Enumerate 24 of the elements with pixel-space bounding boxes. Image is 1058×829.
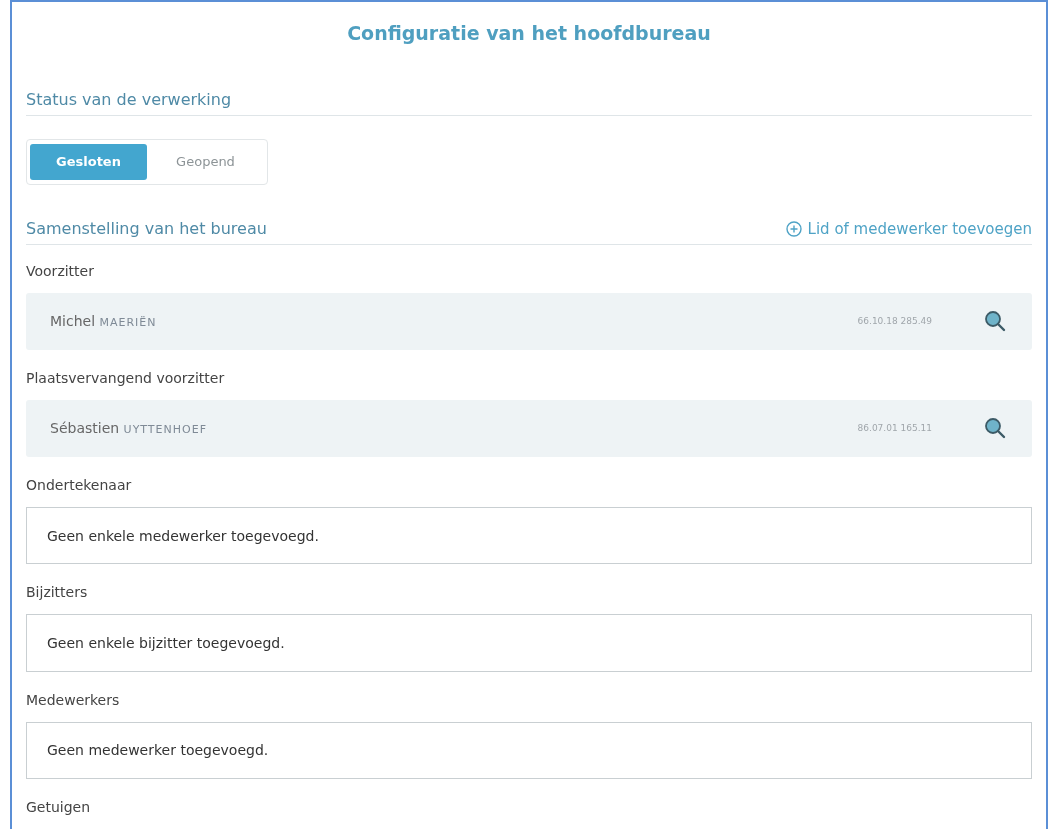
section-heading: Samenstelling van het bureau — [26, 218, 267, 238]
search-button[interactable] — [984, 417, 1006, 440]
member-number: 86.07.01 165.11 — [857, 423, 932, 434]
add-member-link[interactable]: Lid of medewerker toevoegen — [785, 219, 1032, 238]
group-label: Voorzitter — [26, 262, 95, 279]
search-icon — [984, 310, 1006, 333]
empty-message: Geen enkele medewerker toegevoegd. — [26, 507, 1032, 565]
section-heading: Status van de verwerking — [26, 90, 232, 109]
group-label: Medewerkers — [26, 691, 121, 708]
group-label: Bijzitters — [26, 584, 89, 601]
member-name: Michel MAERIËN — [50, 313, 158, 330]
group-label: Getuigen — [26, 799, 92, 815]
status-option[interactable]: Gesloten — [30, 144, 147, 180]
status-option[interactable]: Geopend — [147, 144, 264, 180]
empty-message: Geen medewerker toegevoegd. — [26, 721, 1032, 779]
member-name: Sébastien UYTTENHOEF — [50, 420, 208, 437]
group-label: Ondertekenaar — [26, 477, 133, 494]
empty-message: Geen enkele bijzitter toegevoegd. — [26, 614, 1032, 672]
page-title: Configuratie van het hoofdbureau — [346, 22, 712, 44]
add-icon — [785, 220, 802, 237]
group-label: Plaatsvervangend voorzitter — [26, 369, 226, 386]
search-button[interactable] — [984, 310, 1006, 333]
search-icon — [984, 417, 1006, 440]
member-number: 66.10.18 285.49 — [857, 316, 932, 327]
